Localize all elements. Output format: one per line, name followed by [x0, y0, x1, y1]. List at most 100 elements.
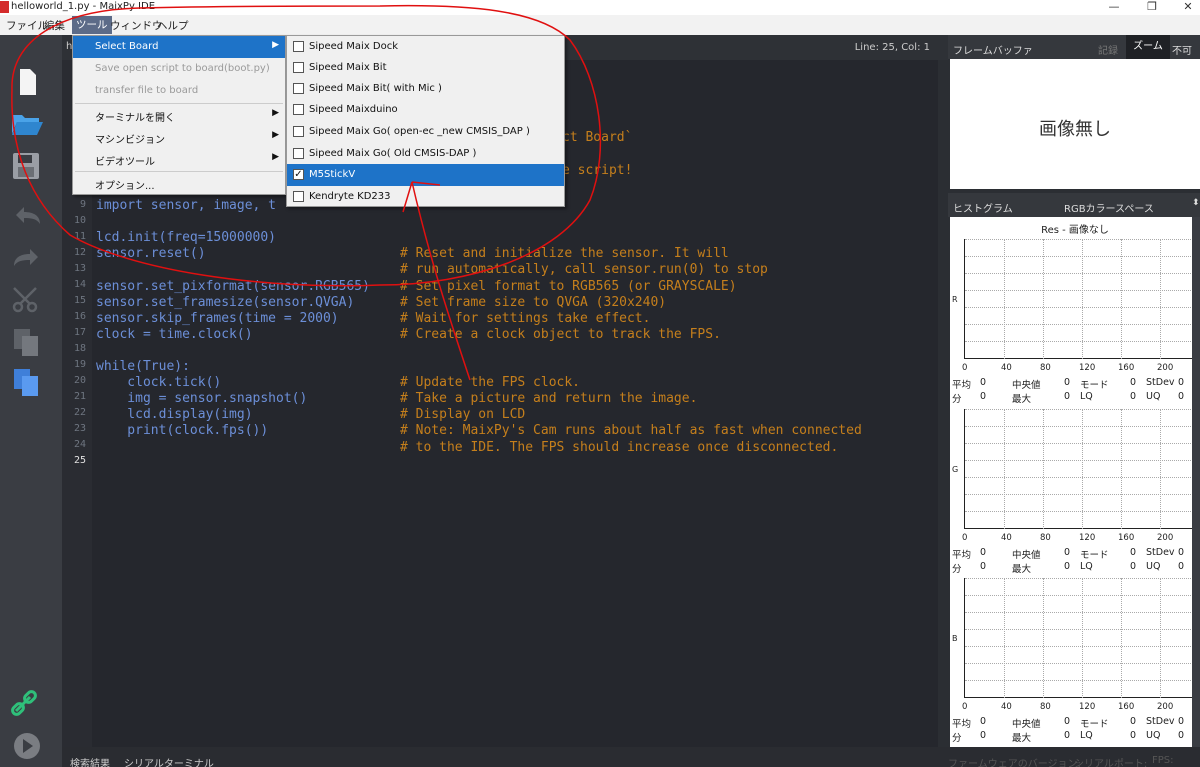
tick-label: 80 [1040, 702, 1051, 712]
line-number: 20 [73, 375, 86, 386]
menu-edit[interactable]: 編集 [40, 17, 69, 34]
menu-item-video-tools[interactable]: ビデオツール ▶ [73, 148, 285, 170]
grid-line [1004, 409, 1005, 529]
menu-item-save-boot[interactable]: Save open script to board(boot.py) [73, 58, 285, 80]
zoom-button[interactable]: ズーム [1126, 35, 1170, 59]
no-image-text: 画像無し [1039, 119, 1111, 140]
save-icon[interactable] [8, 151, 46, 181]
histogram-chart [964, 409, 1200, 529]
histogram-stat: 0 [1178, 391, 1185, 402]
histogram-stat: 最大 [1012, 564, 1032, 575]
editor-scrollbar[interactable] [938, 60, 948, 747]
checkbox-icon [293, 126, 304, 137]
code-comment: # to the IDE. The FPS should increase on… [400, 439, 839, 455]
code-comment: # Create a clock object to track the FPS… [400, 326, 721, 342]
code-line: lcd.init(freq=15000000) [96, 230, 277, 246]
histogram-stat: 0 [1178, 561, 1185, 572]
histogram-stat: 平均 [952, 550, 972, 561]
connect-icon[interactable] [8, 689, 46, 719]
grid-line [1043, 239, 1044, 359]
board-item[interactable]: Sipeed Maix Bit( with Mic ) [287, 78, 564, 100]
menu-item-select-board[interactable]: Select Board ▶ [73, 36, 285, 58]
panel-scrollbar[interactable] [1192, 217, 1200, 747]
board-item-selected[interactable]: ✓ M5StickV [287, 164, 564, 186]
grid-line [1121, 578, 1122, 698]
paste-icon[interactable] [8, 367, 46, 397]
close-button[interactable]: ✕ [1168, 0, 1200, 15]
histogram-stat: 0 [1064, 730, 1071, 741]
cut-icon[interactable] [8, 285, 46, 315]
menu-item-open-terminal[interactable]: ターミナルを開く ▶ [73, 104, 285, 126]
code-fragment: ct Board` [562, 130, 633, 145]
colorspace-dropdown-icon[interactable]: ⬍ [1192, 198, 1200, 208]
histogram-stat: 0 [1178, 547, 1185, 558]
histogram-stat: 最大 [1012, 733, 1032, 744]
new-file-icon[interactable] [8, 67, 46, 97]
maximize-button[interactable]: ❐ [1132, 0, 1172, 15]
code-comment: # Take a picture and return the image. [400, 391, 698, 407]
framebuffer-label: フレームバッファ [953, 46, 1033, 57]
undo-icon[interactable] [8, 201, 46, 231]
histogram-stat: 0 [1064, 716, 1071, 727]
code-comment: # Update the FPS clock. [400, 375, 581, 391]
checkbox-icon [293, 83, 304, 94]
tick-label: 200 [1157, 702, 1174, 712]
histogram-stat: 0 [1130, 561, 1137, 572]
board-item[interactable]: Sipeed Maixduino [287, 99, 564, 121]
histogram-stat: 最大 [1012, 394, 1032, 405]
tick-label: 40 [1001, 702, 1012, 712]
histogram-resolution: Res - 画像なし [1041, 225, 1109, 236]
run-icon[interactable] [8, 731, 46, 761]
copy-icon[interactable] [8, 327, 46, 357]
histogram-area: Res - 画像なし R04080120160200240平均0中央値0モード0… [950, 217, 1200, 747]
histogram-stat: 分 [952, 394, 962, 405]
board-item[interactable]: Sipeed Maix Go( Old CMSIS-DAP ) [287, 143, 564, 165]
histogram-stat: 分 [952, 564, 962, 575]
histogram-stat: 中央値 [1012, 550, 1041, 561]
histogram-stat: 0 [980, 716, 987, 727]
histogram-stat: LQ [1080, 561, 1093, 572]
grid-line [1004, 239, 1005, 359]
histogram-stat: 中央値 [1012, 380, 1041, 391]
menu-item-options[interactable]: オプション... [73, 172, 285, 194]
tick-label: 120 [1079, 702, 1096, 712]
submenu-arrow-icon: ▶ [272, 130, 279, 140]
minimize-button[interactable]: — [1094, 0, 1134, 15]
app-icon [0, 1, 9, 13]
search-results-tab[interactable]: 検索結果 [70, 755, 110, 767]
histogram-stat: 0 [1064, 547, 1071, 558]
menu-help[interactable]: ヘルプ [153, 17, 193, 34]
grid-line [1160, 409, 1161, 529]
channel-label: G [952, 465, 959, 474]
line-number: 12 [73, 247, 86, 258]
serial-terminal-tab[interactable]: シリアルターミナル [124, 755, 214, 767]
grid-line [1043, 409, 1044, 529]
tick-label: 120 [1079, 363, 1096, 373]
line-number: 16 [73, 311, 86, 322]
grid-line [1043, 578, 1044, 698]
code-line: sensor.set_pixformat(sensor.RGB565) [96, 278, 370, 294]
histogram-stat: 0 [1130, 730, 1137, 741]
menu-item-transfer-file[interactable]: transfer file to board [73, 80, 285, 102]
histogram-stat: モード [1080, 550, 1109, 561]
tick-label: 80 [1040, 533, 1051, 543]
histogram-stat: UQ [1146, 561, 1161, 572]
code-line: clock.tick() [96, 375, 222, 391]
board-item[interactable]: Sipeed Maix Go( open-ec _new CMSIS_DAP ) [287, 121, 564, 143]
right-panel: フレームバッファ 記録 ズーム 不可能 画像無し ヒストグラム RGBカラースペ… [948, 35, 1200, 747]
board-item[interactable]: Sipeed Maix Dock [287, 36, 564, 58]
record-button[interactable]: 記録 [1098, 42, 1118, 57]
code-fragment: e script! [562, 163, 633, 178]
histogram-chart [964, 578, 1200, 698]
board-item[interactable]: Kendryte KD233 [287, 186, 564, 208]
code-line: import sensor, image, t [96, 198, 277, 213]
redo-icon[interactable] [8, 243, 46, 273]
tick-label: 40 [1001, 533, 1012, 543]
code-line: img = sensor.snapshot() [96, 391, 308, 407]
grid-line [1160, 578, 1161, 698]
open-folder-icon[interactable] [8, 107, 46, 137]
colorspace-select[interactable]: RGBカラースペース [1064, 200, 1154, 215]
menu-item-machine-vision[interactable]: マシンビジョン ▶ [73, 126, 285, 148]
histogram-stat: UQ [1146, 730, 1161, 741]
board-item[interactable]: Sipeed Maix Bit [287, 57, 564, 79]
